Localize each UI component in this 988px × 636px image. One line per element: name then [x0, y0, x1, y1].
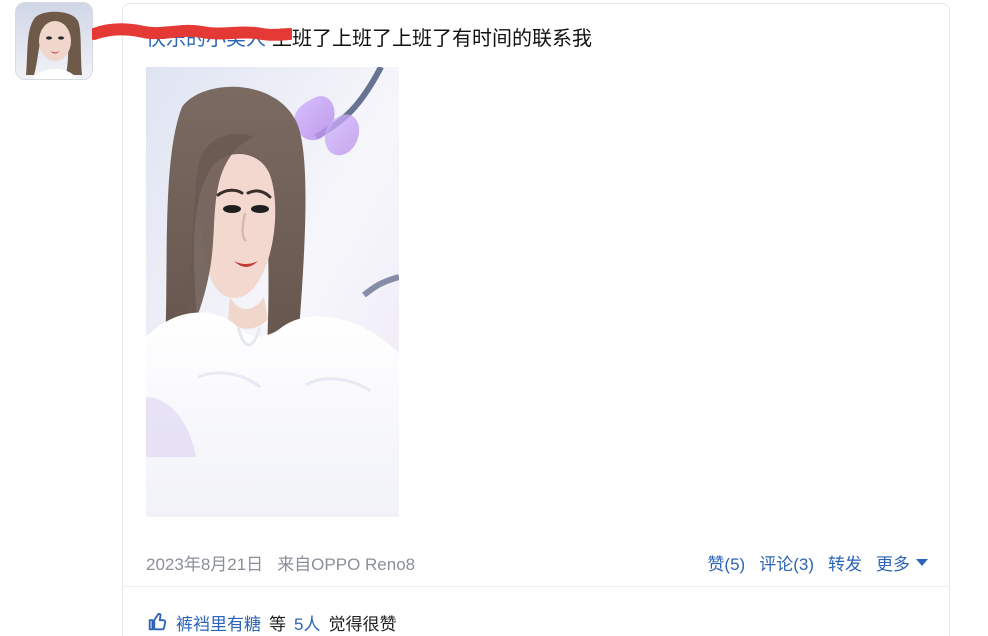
like-action[interactable]: 赞(5) [707, 550, 745, 575]
card-divider [122, 586, 950, 587]
post-source: 来自OPPO Reno8 [277, 554, 416, 574]
qzone-feed-page: 快乐的小美人 上班了上班了上班了有时间的联系我 2023年8月21日 来自OPP… [0, 0, 988, 636]
likes-suffix: 觉得很赞 [328, 614, 397, 634]
post-meta-left: 2023年8月21日 来自OPPO Reno8 [146, 550, 415, 575]
post-photo[interactable] [146, 67, 399, 517]
avatar[interactable] [15, 2, 93, 80]
post-actions: 赞(5) 评论(3) 转发 更多 [707, 550, 928, 575]
author-name-link[interactable]: 快乐的小美人 [146, 24, 266, 52]
post-date: 2023年8月21日 [146, 554, 264, 574]
forward-action[interactable]: 转发 [828, 550, 862, 575]
thumbs-up-icon [148, 612, 167, 631]
more-menu[interactable]: 更多 [876, 550, 928, 575]
caret-down-icon [916, 558, 928, 566]
avatar-image [16, 3, 92, 79]
post-header: 快乐的小美人 上班了上班了上班了有时间的联系我 [146, 24, 592, 52]
likes-count: 5人 [294, 614, 321, 634]
comment-action[interactable]: 评论(3) [759, 550, 814, 575]
post-photo-image [146, 67, 399, 517]
liker-name[interactable]: 裤裆里有糖 [176, 610, 261, 635]
likes-row: 裤裆里有糖 等 5人 觉得很赞 [146, 609, 396, 635]
more-label: 更多 [876, 554, 910, 574]
post-meta-row: 2023年8月21日 来自OPPO Reno8 赞(5) 评论(3) 转发 更多 [146, 548, 928, 576]
post-text: 上班了上班了上班了有时间的联系我 [272, 26, 592, 50]
likes-prefix: 等 [269, 614, 286, 634]
